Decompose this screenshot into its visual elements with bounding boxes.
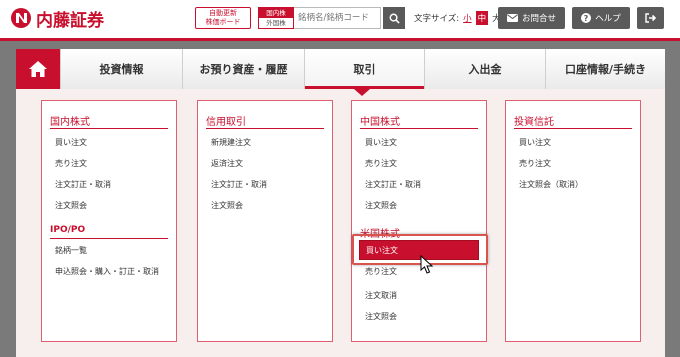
- section-title-investment-trusts: 投資信託: [514, 117, 554, 128]
- contact-button-label: お問合せ: [521, 14, 556, 24]
- menu-link-china-sell[interactable]: 売り注文: [365, 159, 397, 169]
- logout-button[interactable]: [637, 7, 664, 29]
- active-tab-pointer: [354, 89, 370, 96]
- nav-home-button[interactable]: [16, 49, 60, 89]
- nav-tab-trading[interactable]: 取引: [304, 49, 424, 89]
- auto-update-label-line1: 自動更新: [209, 9, 237, 17]
- help-button[interactable]: ? ヘルプ: [572, 7, 630, 29]
- global-nav: 投資情報 お預り資産・履歴 取引 入出金 口座情報/手続き: [16, 49, 665, 89]
- section-divider: [50, 238, 168, 239]
- menu-link-domestic-inquiry[interactable]: 注文照会: [55, 201, 87, 211]
- font-size-selector: 文字サイズ: 小 中 大: [414, 11, 502, 25]
- menu-link-ipo-list[interactable]: 銘柄一覧: [55, 246, 87, 256]
- market-foreign-option[interactable]: 外国株: [259, 18, 293, 28]
- menu-link-us-buy[interactable]: 買い注文: [359, 240, 479, 260]
- section-divider: [360, 128, 478, 129]
- section-divider: [206, 128, 324, 129]
- nav-tab-assets-history[interactable]: お預り資産・履歴: [182, 49, 304, 89]
- font-size-medium[interactable]: 中: [475, 11, 489, 25]
- menu-link-us-inquiry[interactable]: 注文照会: [365, 312, 397, 322]
- market-domestic-option[interactable]: 国内株: [259, 8, 293, 18]
- section-divider: [514, 128, 632, 129]
- menu-link-china-inquiry[interactable]: 注文照会: [365, 201, 397, 211]
- home-icon: [29, 61, 47, 77]
- market-toggle[interactable]: 国内株 外国株: [258, 7, 294, 29]
- nav-tab-deposit-withdrawal[interactable]: 入出金: [424, 49, 545, 89]
- menu-link-domestic-modify-cancel[interactable]: 注文訂正・取消: [55, 180, 111, 190]
- nav-tab-account-info[interactable]: 口座情報/手続き: [545, 49, 665, 89]
- menu-link-margin-repay[interactable]: 返済注文: [211, 159, 243, 169]
- menu-link-china-buy[interactable]: 買い注文: [365, 138, 397, 148]
- mail-icon: [506, 14, 518, 22]
- search-button[interactable]: [383, 7, 405, 29]
- trading-mega-menu: 国内株式 買い注文 売り注文 注文訂正・取消 注文照会 IPO/PO 銘柄一覧 …: [16, 89, 665, 357]
- stock-search: 国内株 外国株: [258, 7, 405, 29]
- menu-column-domestic: 国内株式 買い注文 売り注文 注文訂正・取消 注文照会 IPO/PO 銘柄一覧 …: [41, 100, 177, 342]
- section-title-ipo-po: IPO/PO: [50, 225, 86, 235]
- section-divider: [50, 128, 168, 129]
- stock-search-input[interactable]: [294, 7, 381, 29]
- svg-text:?: ?: [584, 14, 589, 23]
- mouse-pointer-icon: [420, 255, 434, 274]
- menu-column-foreign: 中国株式 買い注文 売り注文 注文訂正・取消 注文照会 米国株式 買い注文 売り…: [351, 100, 488, 342]
- contact-button[interactable]: お問合せ: [498, 7, 565, 29]
- menu-link-margin-new-order[interactable]: 新規建注文: [211, 138, 251, 148]
- menu-link-us-sell[interactable]: 売り注文: [365, 267, 397, 277]
- brand-logo[interactable]: 内藤証券: [10, 7, 104, 31]
- help-button-label: ヘルプ: [595, 14, 621, 24]
- nav-tab-investment-info[interactable]: 投資情報: [60, 49, 182, 89]
- menu-link-margin-modify-cancel[interactable]: 注文訂正・取消: [211, 180, 267, 190]
- menu-link-fund-buy[interactable]: 買い注文: [519, 138, 551, 148]
- brand-name: 内藤証券: [36, 10, 104, 31]
- menu-link-ipo-application[interactable]: 申込照会・購入・訂正・取消: [55, 267, 159, 277]
- menu-column-funds: 投資信託 買い注文 売り注文 注文照会（取消）: [505, 100, 641, 342]
- menu-link-china-modify-cancel[interactable]: 注文訂正・取消: [365, 180, 421, 190]
- font-size-small[interactable]: 小: [462, 12, 473, 24]
- menu-link-domestic-buy[interactable]: 買い注文: [55, 138, 87, 148]
- help-icon: ?: [581, 13, 592, 23]
- logout-icon: [644, 13, 656, 23]
- menu-column-margin: 信用取引 新規建注文 返済注文 注文訂正・取消 注文照会: [197, 100, 333, 342]
- menu-link-fund-inquiry-cancel[interactable]: 注文照会（取消）: [519, 180, 583, 190]
- section-title-domestic-stocks: 国内株式: [50, 117, 90, 128]
- menu-link-us-cancel[interactable]: 注文取消: [365, 291, 397, 301]
- section-title-margin-trading: 信用取引: [206, 117, 246, 128]
- menu-link-domestic-sell[interactable]: 売り注文: [55, 159, 87, 169]
- brand-logo-icon: [11, 8, 31, 28]
- site-header: 内藤証券 自動更新 株価ボード 国内株 外国株 文字サイズ: 小 中 大: [0, 0, 680, 36]
- menu-link-margin-inquiry[interactable]: 注文照会: [211, 201, 243, 211]
- menu-link-fund-sell[interactable]: 売り注文: [519, 159, 551, 169]
- auto-update-stock-board-button[interactable]: 自動更新 株価ボード: [195, 7, 251, 29]
- search-icon: [389, 13, 400, 24]
- section-title-china-stocks: 中国株式: [360, 117, 400, 128]
- auto-update-label-line2: 株価ボード: [205, 18, 241, 26]
- font-size-label: 文字サイズ:: [414, 14, 460, 24]
- trading-page: 内藤証券 自動更新 株価ボード 国内株 外国株 文字サイズ: 小 中 大: [0, 0, 680, 357]
